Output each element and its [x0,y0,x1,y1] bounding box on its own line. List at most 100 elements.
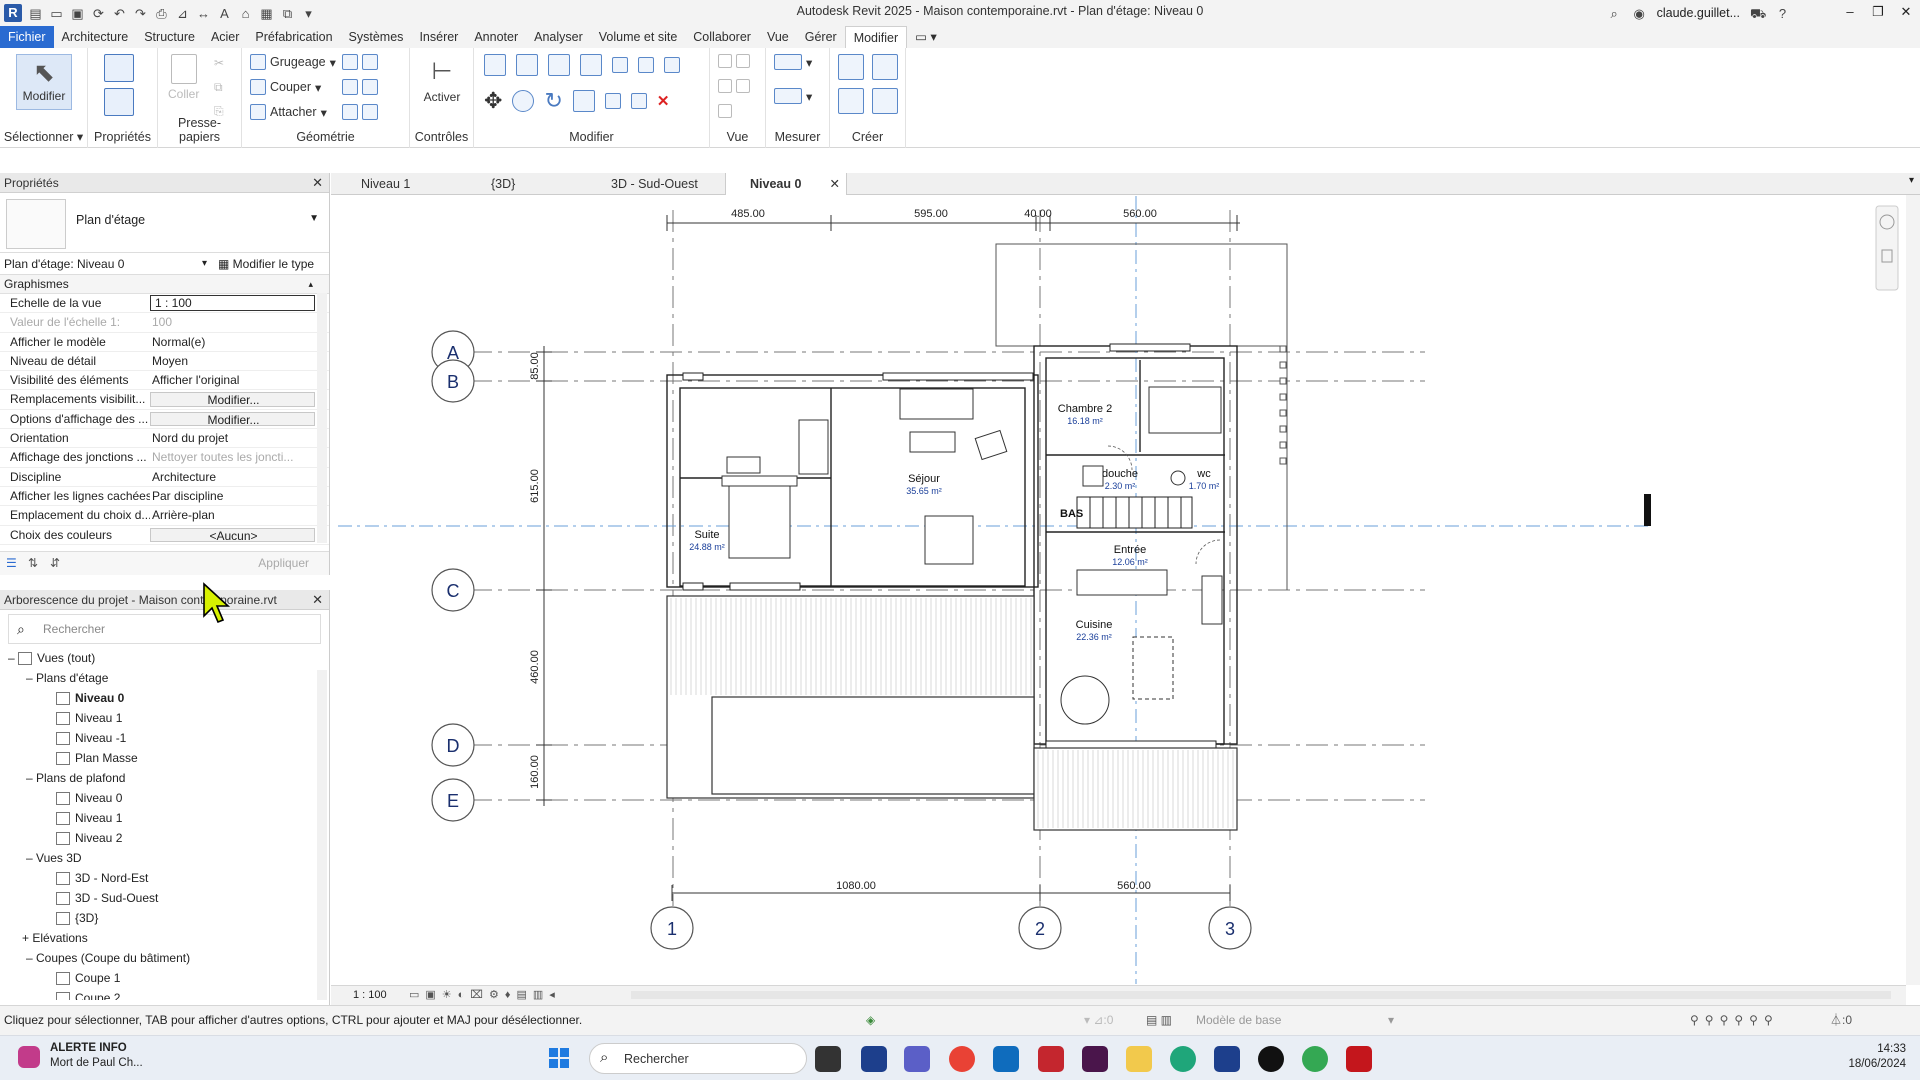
teams-icon[interactable] [904,1046,930,1072]
acrobat-icon[interactable] [1346,1046,1372,1072]
tab-structure[interactable]: Structure [136,26,203,48]
restore-icon[interactable]: ❐ [1864,0,1892,26]
worksharing-icon[interactable]: ◈ [866,1006,875,1034]
tree-item[interactable]: Niveau 0 [0,788,329,808]
tab-niveau-0[interactable]: Niveau 0 ✕ [725,173,847,195]
user-icon[interactable]: ◉ [1632,6,1647,21]
color-scheme-button[interactable]: <Aucun> [150,527,315,542]
cart-icon[interactable]: ⛟ [1750,6,1766,21]
views-icon[interactable]: ▦ [259,6,274,21]
close-browser-icon[interactable]: ✕ [312,590,323,610]
create-similar-icon[interactable] [872,88,898,114]
tree-item[interactable]: {3D} [0,908,329,928]
tab-prefabrication[interactable]: Préfabrication [247,26,340,48]
room-name-entree[interactable]: Entrée [1114,544,1146,556]
chrome-active-icon[interactable] [1302,1046,1328,1072]
contextual-tab-toggle-icon[interactable]: ▭ ▾ [907,26,945,48]
trim-icon[interactable] [572,90,595,112]
filter-count[interactable]: ⏃:0 [1830,1006,1852,1034]
tab-analyser[interactable]: Analyser [526,26,591,48]
tab-systemes[interactable]: Systèmes [341,26,412,48]
create-group-icon[interactable] [838,88,864,114]
tree-group[interactable]: – Plans de plafond [0,768,329,788]
bed[interactable] [728,475,791,559]
view-scale[interactable]: 1 : 100 [353,989,387,1001]
minimize-icon[interactable]: – [1836,0,1864,26]
tab-fichier[interactable]: Fichier [0,26,54,48]
sync-icon[interactable]: ⟳ [91,6,106,21]
stair[interactable] [1076,496,1193,529]
graphics-icon[interactable] [736,79,750,93]
filter-icon[interactable] [718,104,732,118]
type-properties-button[interactable] [104,54,134,85]
davinci-icon[interactable] [1258,1046,1284,1072]
bed-chambre-2[interactable] [1148,386,1222,434]
design-options-icon[interactable]: ▾ ⊿:0 [1084,1006,1113,1034]
room-name-sejour[interactable]: Séjour [908,473,940,485]
workset-dropdown-icon[interactable]: ▾ [1388,1006,1394,1034]
chrome-icon[interactable] [949,1046,975,1072]
window[interactable] [682,582,704,591]
shower[interactable] [1082,465,1104,487]
tab-vue[interactable]: Vue [759,26,797,48]
door-swing[interactable] [1195,539,1221,565]
selectionner-dropdown[interactable]: Sélectionner ▾ [0,129,87,144]
dimension-icon[interactable]: ↔ [196,6,211,21]
coller-button[interactable]: Coller [168,54,199,101]
binoculars-icon[interactable]: ⌕ [1607,6,1622,21]
customize-icon[interactable]: ▾ [301,6,316,21]
delete-icon[interactable]: ✕ [657,92,670,110]
measure-dropdown[interactable]: ▾ [774,54,812,70]
split-face-icon[interactable] [342,79,358,95]
open-icon[interactable]: ▤ [28,6,43,21]
room-name-wc[interactable]: wc [1196,468,1211,480]
paint-icon[interactable] [362,54,378,70]
redo-icon[interactable]: ↷ [133,6,148,21]
cabinet-outline[interactable] [1132,636,1174,700]
create-assembly-icon[interactable] [838,54,864,80]
activer-button[interactable]: ⊢ Activer [416,54,468,104]
view-scale-input[interactable]: 1 : 100 [150,295,315,312]
tree-item[interactable]: Niveau 2 [0,828,329,848]
section-graphismes[interactable]: Graphismes ▴ [0,275,329,294]
tab-annoter[interactable]: Annoter [466,26,526,48]
sideboard[interactable] [899,388,974,420]
instance-filter[interactable]: Plan d'étage: Niveau 0 [0,257,124,271]
switch-windows-icon[interactable]: ⧉ [280,6,295,21]
offset-icon[interactable] [516,54,538,76]
tree-item[interactable]: Plan Masse [0,748,329,768]
attacher-button[interactable]: Attacher ▾ [250,104,327,120]
browser-search[interactable]: ⌕ Rechercher [8,614,321,644]
type-selector[interactable]: Plan d'étage ▼ [0,193,329,253]
split-icon[interactable] [612,57,628,73]
copy-element-icon[interactable] [512,90,535,112]
tree-item[interactable]: Coupe 2 [0,988,329,1000]
tree-group[interactable]: – Plans d'étage [0,668,329,688]
tab-3d-sud-ouest[interactable]: 3D - Sud-Ouest [587,173,717,195]
cut-icon[interactable]: ✂ [214,56,224,70]
text-icon[interactable]: A [217,6,232,21]
task-view-icon[interactable] [815,1046,841,1072]
file-explorer-icon[interactable] [1126,1046,1152,1072]
revit-logo-icon[interactable]: R [4,4,22,22]
room-name-cuisine[interactable]: Cuisine [1076,619,1113,631]
close-icon[interactable]: ✕ [1892,0,1920,26]
slack-icon[interactable] [1082,1046,1108,1072]
windows-start-icon[interactable] [549,1048,569,1068]
drawing-canvas[interactable]: A B C D E 1 2 3 485.00 595.00 40.00 560.… [331,195,1906,985]
dimension-dropdown[interactable]: ▾ [774,88,812,104]
categorized-icon[interactable]: ☰ [6,556,17,570]
canvas-vertical-scrollbar[interactable] [1906,195,1920,985]
override-icon[interactable] [736,54,750,68]
terrace-hatch[interactable] [666,595,1238,831]
tab-inserer[interactable]: Insérer [411,26,466,48]
tree-item-niveau-0[interactable]: Niveau 0 [0,688,329,708]
tree-group[interactable]: – Vues 3D [0,848,329,868]
scale-icon[interactable] [630,93,647,109]
hide-icon[interactable] [718,54,732,68]
clock-date[interactable]: 18/06/2024 [1836,1058,1906,1070]
section-head-marker[interactable] [1644,494,1651,526]
tab-list-icon[interactable]: ▾ [1909,175,1914,186]
copy-icon[interactable]: ⧉ [214,80,223,95]
save-icon[interactable]: ▣ [70,6,85,21]
